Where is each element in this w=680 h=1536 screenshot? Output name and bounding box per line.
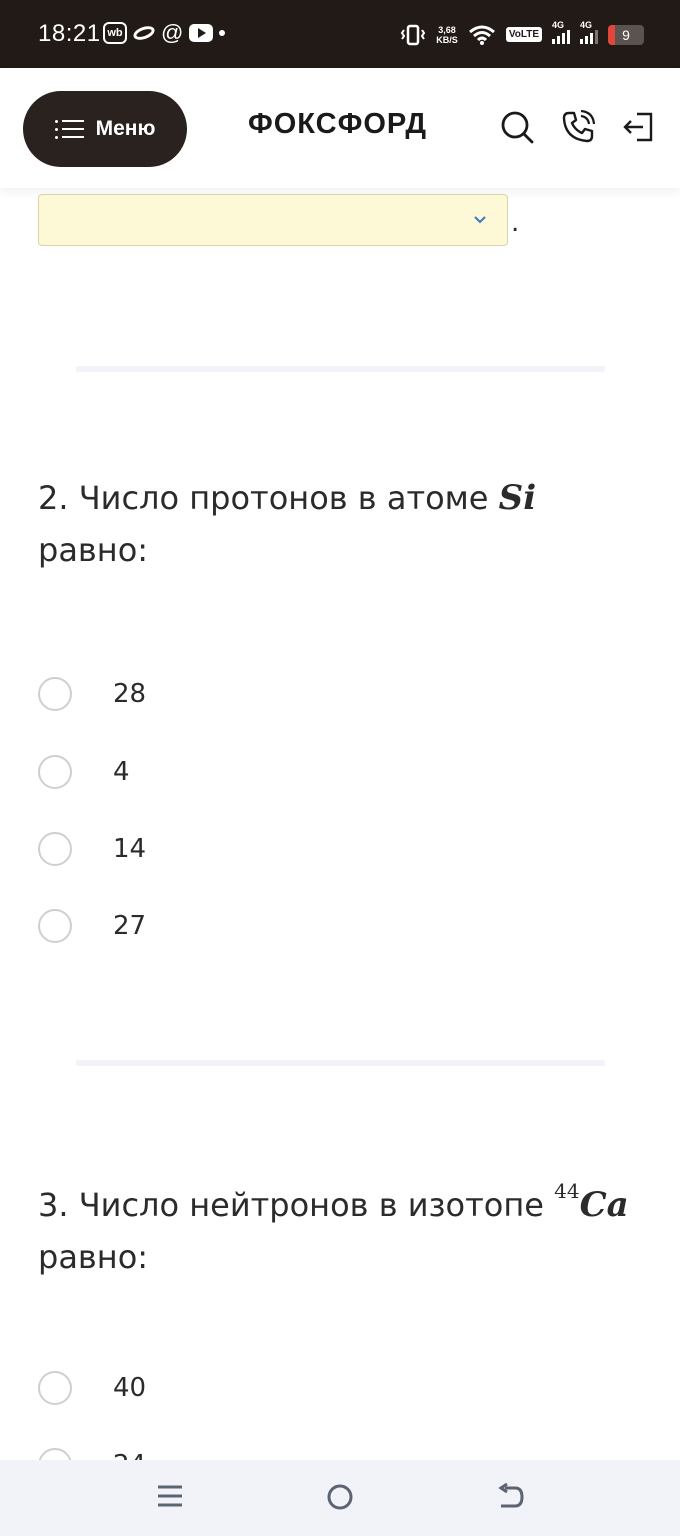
sentence-period: . bbox=[511, 208, 520, 238]
vibrate-icon bbox=[401, 24, 426, 45]
question-3-text: 3. Число нейтронов в изотопе 44Ca равно: bbox=[38, 1179, 629, 1276]
q2-option-1[interactable]: 28 bbox=[38, 675, 146, 713]
menu-button[interactable]: Меню bbox=[23, 91, 187, 167]
wifi-icon bbox=[468, 25, 495, 45]
option-label: 27 bbox=[113, 911, 147, 941]
site-header: Меню ФОКСФОРД bbox=[0, 68, 680, 188]
answer-select[interactable] bbox=[38, 194, 508, 246]
battery-icon: 9 bbox=[608, 24, 644, 45]
list-icon bbox=[55, 120, 84, 139]
radio-button[interactable] bbox=[38, 1371, 72, 1405]
menu-label: Меню bbox=[95, 117, 156, 140]
at-icon: @ bbox=[161, 20, 184, 45]
volte-badge: VoLTE bbox=[505, 27, 542, 42]
phone-icon[interactable] bbox=[561, 110, 595, 144]
q2-option-4[interactable]: 27 bbox=[38, 907, 146, 945]
search-icon[interactable] bbox=[500, 110, 534, 144]
question-2-text: 2. Число протонов в атоме Si равно: bbox=[38, 478, 537, 569]
q2-option-2[interactable]: 4 bbox=[38, 753, 130, 791]
radio-button[interactable] bbox=[38, 832, 72, 866]
question-divider bbox=[76, 1060, 605, 1066]
formula-si: Si bbox=[498, 478, 537, 518]
youtube-icon bbox=[189, 24, 214, 42]
radio-button[interactable] bbox=[38, 755, 72, 789]
notification-icons: wb @ bbox=[103, 20, 226, 45]
isotope-mass-number: 44 bbox=[554, 1179, 580, 1203]
status-bar: 18:21 wb @ 3,68 KB/S VoLTE 4G 4G 9 bbox=[0, 0, 680, 68]
back-icon[interactable] bbox=[495, 1482, 525, 1512]
option-label: 4 bbox=[113, 757, 130, 787]
chevron-down-icon bbox=[474, 216, 486, 224]
system-nav-bar bbox=[0, 1460, 680, 1536]
oval-icon bbox=[131, 23, 157, 43]
logo[interactable]: ФОКСФОРД bbox=[248, 108, 427, 141]
dot-icon bbox=[219, 30, 226, 36]
status-time: 18:21 bbox=[38, 20, 101, 47]
q2-option-3[interactable]: 14 bbox=[38, 830, 146, 868]
system-icons: 3,68 KB/S VoLTE 4G 4G 9 bbox=[400, 20, 644, 49]
radio-button[interactable] bbox=[38, 909, 72, 943]
option-label: 40 bbox=[113, 1373, 147, 1403]
recent-apps-icon[interactable] bbox=[156, 1482, 184, 1510]
option-label: 14 bbox=[113, 834, 147, 864]
q3-option-1[interactable]: 40 bbox=[38, 1369, 146, 1407]
sim2-signal: 4G bbox=[580, 20, 598, 49]
option-label: 28 bbox=[113, 679, 147, 709]
question-divider bbox=[76, 366, 605, 372]
login-icon[interactable] bbox=[621, 110, 655, 144]
network-speed: 3,68 KB/S bbox=[436, 24, 458, 45]
sim1-signal: 4G bbox=[552, 20, 570, 49]
radio-button[interactable] bbox=[38, 677, 72, 711]
home-icon[interactable] bbox=[325, 1482, 355, 1512]
wb-icon: wb bbox=[103, 22, 127, 44]
formula-ca: Ca bbox=[579, 1185, 629, 1225]
